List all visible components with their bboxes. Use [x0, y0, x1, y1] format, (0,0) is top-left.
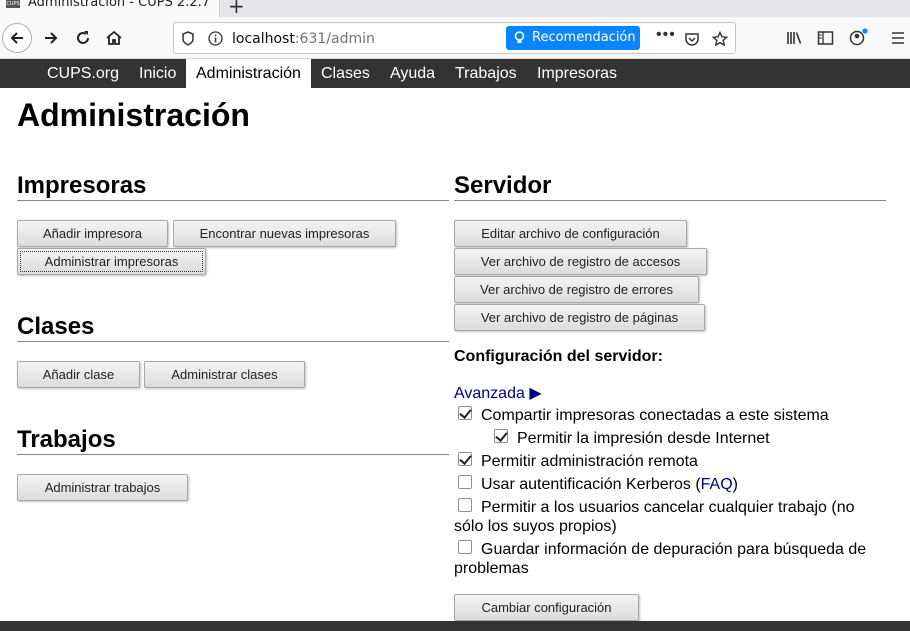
pocket-icon[interactable] — [684, 31, 700, 47]
page-actions-menu-icon[interactable]: ••• — [656, 26, 676, 44]
lightbulb-icon — [514, 31, 525, 43]
browser-tab-active[interactable]: CUPS Administración - CUPS 2.2.7 — [0, 0, 220, 17]
back-arrow-icon — [10, 32, 23, 44]
library-icon[interactable] — [786, 30, 803, 46]
reload-button[interactable] — [68, 23, 98, 53]
share-printers-option: Compartir impresoras conectadas a este s… — [454, 406, 874, 425]
change-settings-button[interactable]: Cambiar configuración — [454, 594, 639, 621]
kerberos-faq-link[interactable]: FAQ — [701, 476, 733, 493]
home-button[interactable] — [99, 23, 129, 53]
new-tab-plus-icon[interactable]: + — [228, 0, 245, 17]
classes-section-title: Clases — [17, 313, 449, 342]
share-printers-label: Compartir impresoras conectadas a este s… — [481, 407, 829, 424]
jobs-section-title: Trabajos — [17, 426, 449, 455]
remote-admin-label: Permitir administración remota — [481, 453, 698, 470]
find-new-printers-button[interactable]: Encontrar nuevas impresoras — [173, 220, 396, 247]
recommendation-button[interactable]: Recomendación — [506, 26, 640, 50]
add-printer-button[interactable]: Añadir impresora — [17, 220, 168, 247]
nav-clases[interactable]: Clases — [311, 59, 380, 88]
manage-classes-button[interactable]: Administrar clases — [144, 361, 305, 388]
advanced-settings-link[interactable]: Avanzada ▶ — [454, 383, 542, 403]
sidebar-icon[interactable] — [817, 30, 834, 46]
forward-arrow-icon — [45, 32, 58, 44]
nav-cups-org[interactable]: CUPS.org — [37, 59, 129, 88]
add-class-button[interactable]: Añadir clase — [17, 361, 140, 388]
user-cancel-label: Permitir a los usuarios cancelar cualqui… — [454, 499, 855, 535]
nav-impresoras[interactable]: Impresoras — [527, 59, 627, 88]
server-section-title: Servidor — [454, 172, 886, 201]
server-settings-heading: Configuración del servidor: — [454, 348, 663, 365]
cups-nav-bar: CUPS.org Inicio Administración Clases Ay… — [0, 59, 910, 88]
manage-printers-button[interactable]: Administrar impresoras — [17, 248, 206, 275]
site-info-icon[interactable] — [208, 31, 223, 46]
remote-admin-checkbox[interactable] — [458, 452, 472, 466]
view-error-log-button[interactable]: Ver archivo de registro de errores — [454, 276, 699, 303]
view-access-log-button[interactable]: Ver archivo de registro de accesos — [454, 248, 707, 275]
allow-internet-option: Permitir la impresión desde Internet — [490, 429, 890, 448]
debug-info-option: Guardar información de depuración para b… — [454, 540, 874, 578]
allow-internet-checkbox[interactable] — [494, 429, 508, 443]
tab-title: Administración - CUPS 2.2.7 — [28, 0, 211, 10]
debug-info-checkbox[interactable] — [458, 540, 472, 554]
page-footer — [0, 621, 910, 631]
browser-toolbar: localhost:631/admin Recomendación ••• — [0, 17, 910, 59]
remote-admin-option: Permitir administración remota — [454, 452, 874, 471]
user-cancel-checkbox[interactable] — [458, 498, 472, 512]
nav-administracion[interactable]: Administración — [186, 59, 311, 88]
kerberos-label: Usar autentificación Kerberos ( — [481, 476, 701, 493]
edit-config-file-button[interactable]: Editar archivo de configuración — [454, 220, 687, 247]
tracking-shield-icon[interactable] — [181, 31, 195, 46]
user-cancel-option: Permitir a los usuarios cancelar cualqui… — [454, 498, 874, 536]
nav-ayuda[interactable]: Ayuda — [380, 59, 445, 88]
view-page-log-button[interactable]: Ver archivo de registro de páginas — [454, 304, 705, 331]
page-title: Administración — [17, 97, 250, 133]
nav-trabajos[interactable]: Trabajos — [445, 59, 527, 88]
recommendation-label: Recomendación — [532, 30, 636, 45]
allow-internet-label: Permitir la impresión desde Internet — [517, 430, 770, 447]
url-host: localhost — [232, 31, 295, 47]
account-icon[interactable] — [849, 28, 869, 46]
bookmark-star-icon[interactable] — [712, 31, 728, 47]
url-bar[interactable]: localhost:631/admin Recomendación ••• — [173, 22, 736, 54]
browser-tab-strip: CUPS Administración - CUPS 2.2.7 + — [0, 0, 910, 17]
reload-icon — [77, 31, 89, 44]
kerberos-option: Usar autentificación Kerberos (FAQ) — [454, 475, 874, 494]
share-printers-checkbox[interactable] — [458, 406, 472, 420]
home-icon — [106, 30, 122, 45]
nav-inicio[interactable]: Inicio — [129, 59, 186, 88]
hamburger-menu-icon[interactable] — [891, 31, 905, 45]
kerberos-label-close: ) — [732, 476, 738, 493]
url-text[interactable]: localhost:631/admin — [232, 31, 375, 47]
printers-section-title: Impresoras — [17, 172, 449, 201]
url-path: :631/admin — [294, 31, 375, 47]
kerberos-checkbox[interactable] — [458, 475, 472, 489]
debug-info-label: Guardar información de depuración para b… — [454, 541, 867, 577]
manage-jobs-button[interactable]: Administrar trabajos — [17, 474, 188, 501]
cups-favicon-icon: CUPS — [6, 0, 20, 8]
back-button[interactable] — [2, 23, 32, 53]
forward-button[interactable] — [36, 23, 66, 53]
